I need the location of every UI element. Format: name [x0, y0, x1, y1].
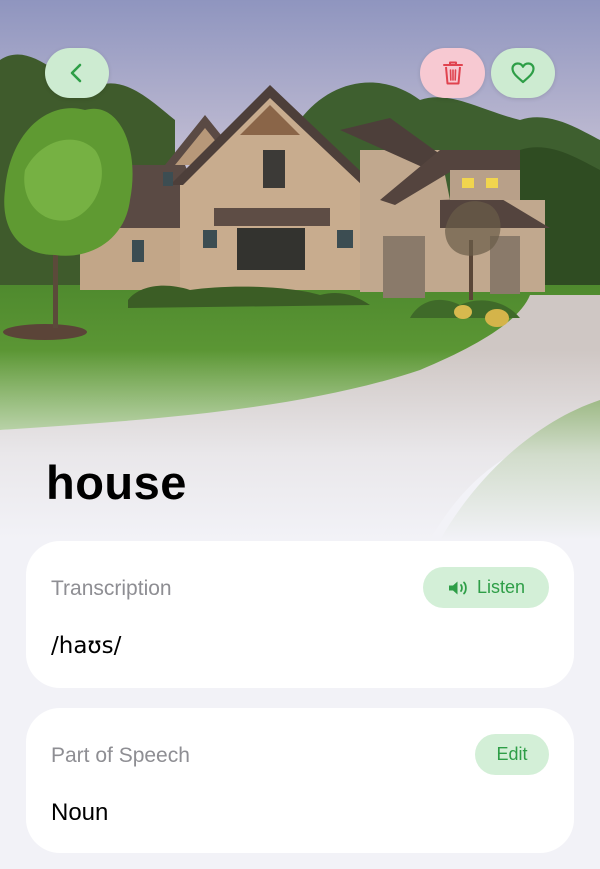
transcription-label: Transcription — [51, 577, 172, 600]
speaker-icon — [448, 581, 467, 594]
listen-button[interactable]: Listen — [423, 567, 549, 608]
part-of-speech-value: Noun — [51, 799, 109, 826]
transcription-value: /haʊs/ — [51, 633, 122, 659]
delete-button[interactable] — [420, 48, 485, 98]
favorite-button[interactable] — [491, 48, 555, 98]
listen-label: Listen — [476, 577, 526, 597]
transcription-card: Transcription Listen /haʊs/ — [26, 541, 574, 688]
part-of-speech-label: Part of Speech — [51, 744, 190, 767]
edit-button[interactable]: Edit — [475, 734, 549, 775]
chevron-left-icon — [70, 63, 82, 83]
edit-label: Edit — [496, 744, 528, 764]
trash-icon — [442, 61, 463, 85]
part-of-speech-card: Part of Speech Edit Noun — [26, 708, 574, 853]
hero-fade — [0, 350, 600, 540]
heart-icon — [511, 62, 535, 84]
back-button[interactable] — [45, 48, 109, 98]
word-title: house — [46, 456, 187, 509]
